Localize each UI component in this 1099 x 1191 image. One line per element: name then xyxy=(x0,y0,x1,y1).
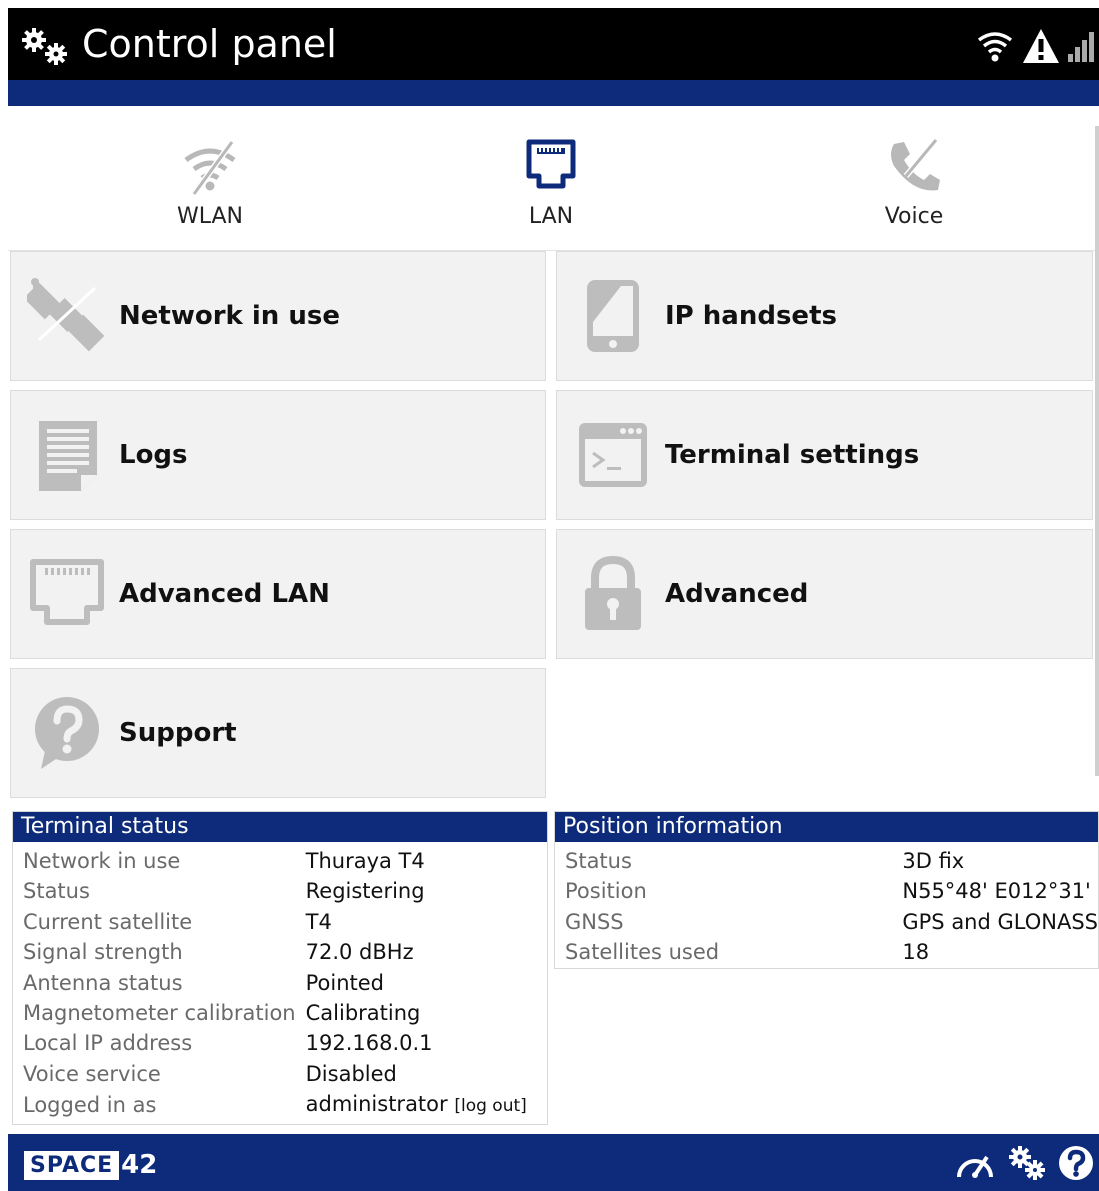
table-row: Current satellite T4 xyxy=(23,907,527,937)
row-key: Status xyxy=(565,849,632,873)
row-key: Satellites used xyxy=(565,940,720,965)
tab-wlan[interactable]: WLAN xyxy=(100,126,320,250)
lock-icon xyxy=(585,555,641,630)
tile-ip-handsets[interactable]: IP handsets xyxy=(556,251,1093,381)
table-row: Local IP address 192.168.0.1 xyxy=(23,1028,527,1058)
brand-text: SPACE xyxy=(24,1150,120,1180)
row-value: 192.168.0.1 xyxy=(305,1031,433,1056)
row-key: Voice service xyxy=(23,1061,161,1086)
tab-voice[interactable]: Voice xyxy=(804,126,1024,250)
row-value: T4 xyxy=(305,909,332,934)
table-row: Voice service Disabled xyxy=(23,1059,527,1089)
row-key: Network in use xyxy=(23,849,181,873)
phone-disabled-icon xyxy=(891,138,940,191)
tile-network-in-use-label: Network in use xyxy=(119,301,340,331)
row-value: N55°48' E012°31' xyxy=(902,879,1091,904)
handset-icon xyxy=(587,280,639,352)
row-key: Logged in as xyxy=(23,1093,157,1118)
document-icon xyxy=(39,421,97,491)
brand-logo: SPACE 42 xyxy=(24,1148,157,1182)
row-key: Signal strength xyxy=(23,940,183,965)
signal-bars-icon xyxy=(1068,32,1094,62)
warning-icon xyxy=(1023,29,1059,63)
tab-lan[interactable]: LAN xyxy=(441,126,661,250)
position-information-panel: Position information Status 3D fix Positi… xyxy=(554,811,1099,969)
ethernet-port-icon xyxy=(30,559,104,625)
tab-voice-label: Voice xyxy=(884,204,944,229)
row-value: Calibrating xyxy=(305,1001,421,1026)
scrollbar[interactable] xyxy=(1095,126,1099,776)
table-row: Antenna status Pointed xyxy=(23,968,527,998)
table-row: Magnetometer calibration Calibrating xyxy=(23,998,527,1028)
position-information-title: Position information xyxy=(555,812,1098,842)
wifi-icon xyxy=(977,32,1013,62)
table-row: Status 3D fix xyxy=(565,846,1098,876)
row-value: 18 xyxy=(902,940,930,965)
row-key: GNSS xyxy=(565,909,624,934)
tab-wlan-label: WLAN xyxy=(176,204,244,229)
row-key: Local IP address xyxy=(23,1031,193,1056)
tile-advanced-lan-label: Advanced LAN xyxy=(119,579,330,609)
table-row: Network in use Thuraya T4 xyxy=(23,846,527,876)
gears-icon xyxy=(22,28,67,65)
table-row: Logged in as administrator [log out] xyxy=(23,1089,527,1121)
row-value: Registering xyxy=(305,879,425,904)
app-footer: SPACE 42 xyxy=(8,1134,1099,1191)
table-row: Status Registering xyxy=(23,876,527,906)
header-accent-bar xyxy=(8,80,1099,106)
tile-advanced-lan[interactable]: Advanced LAN xyxy=(10,529,546,659)
logout-link[interactable]: [log out] xyxy=(454,1096,526,1116)
status-icons xyxy=(975,24,1095,68)
terminal-icon xyxy=(579,423,647,487)
tab-lan-label: LAN xyxy=(528,204,574,229)
row-value: Pointed xyxy=(305,970,385,995)
help-icon[interactable] xyxy=(1057,1144,1095,1182)
settings-gears-icon[interactable] xyxy=(1007,1144,1047,1182)
dashboard-gauge-icon[interactable] xyxy=(953,1145,997,1181)
tile-logs[interactable]: Logs xyxy=(10,390,546,520)
connection-tabs: WLAN LAN Voice xyxy=(8,126,1095,251)
row-value: 3D fix xyxy=(902,849,965,873)
terminal-status-title: Terminal status xyxy=(13,812,547,842)
username: administrator xyxy=(305,1092,448,1117)
satellite-icon xyxy=(27,278,105,352)
row-key: Current satellite xyxy=(23,909,193,934)
row-value: 72.0 dBHz xyxy=(305,940,414,965)
row-value-logged-in: administrator [log out] xyxy=(296,1089,527,1121)
table-row: GNSS GPS and GLONASS xyxy=(565,907,1098,937)
tile-logs-label: Logs xyxy=(119,440,188,470)
lan-port-icon xyxy=(526,139,576,189)
tile-advanced-label: Advanced xyxy=(665,579,809,609)
row-value: Disabled xyxy=(305,1061,397,1086)
question-bubble-icon xyxy=(35,697,99,769)
tile-ip-handsets-label: IP handsets xyxy=(665,301,837,331)
position-information-table: Status 3D fix Position N55°48' E012°31' GN… xyxy=(565,846,1098,968)
row-key: Antenna status xyxy=(23,970,183,995)
row-key: Magnetometer calibration xyxy=(23,1001,296,1026)
app-header: Control panel xyxy=(8,8,1099,80)
tile-support-label: Support xyxy=(119,718,237,748)
terminal-status-table: Network in use Thuraya T4 Status Registeri… xyxy=(23,846,527,1122)
row-key: Status xyxy=(23,879,90,904)
table-row: Position N55°48' E012°31' xyxy=(565,876,1098,906)
table-row: Satellites used 18 xyxy=(565,937,1098,967)
row-value: GPS and GLONASS xyxy=(902,909,1098,934)
tile-network-in-use[interactable]: Network in use xyxy=(10,251,546,381)
tile-terminal-settings-label: Terminal settings xyxy=(665,440,920,470)
tile-advanced[interactable]: Advanced xyxy=(556,529,1093,659)
brand-number: 42 xyxy=(121,1150,158,1180)
terminal-status-panel: Terminal status Network in use Thuraya T4… xyxy=(12,811,548,1125)
row-value: Thuraya T4 xyxy=(305,849,425,873)
table-row: Signal strength 72.0 dBHz xyxy=(23,937,527,967)
page-title: Control panel xyxy=(82,22,337,66)
row-key: Position xyxy=(565,879,647,904)
footer-icons xyxy=(953,1144,1095,1182)
tile-terminal-settings[interactable]: Terminal settings xyxy=(556,390,1093,520)
wlan-disabled-icon xyxy=(184,140,236,196)
tile-support[interactable]: Support xyxy=(10,668,546,798)
